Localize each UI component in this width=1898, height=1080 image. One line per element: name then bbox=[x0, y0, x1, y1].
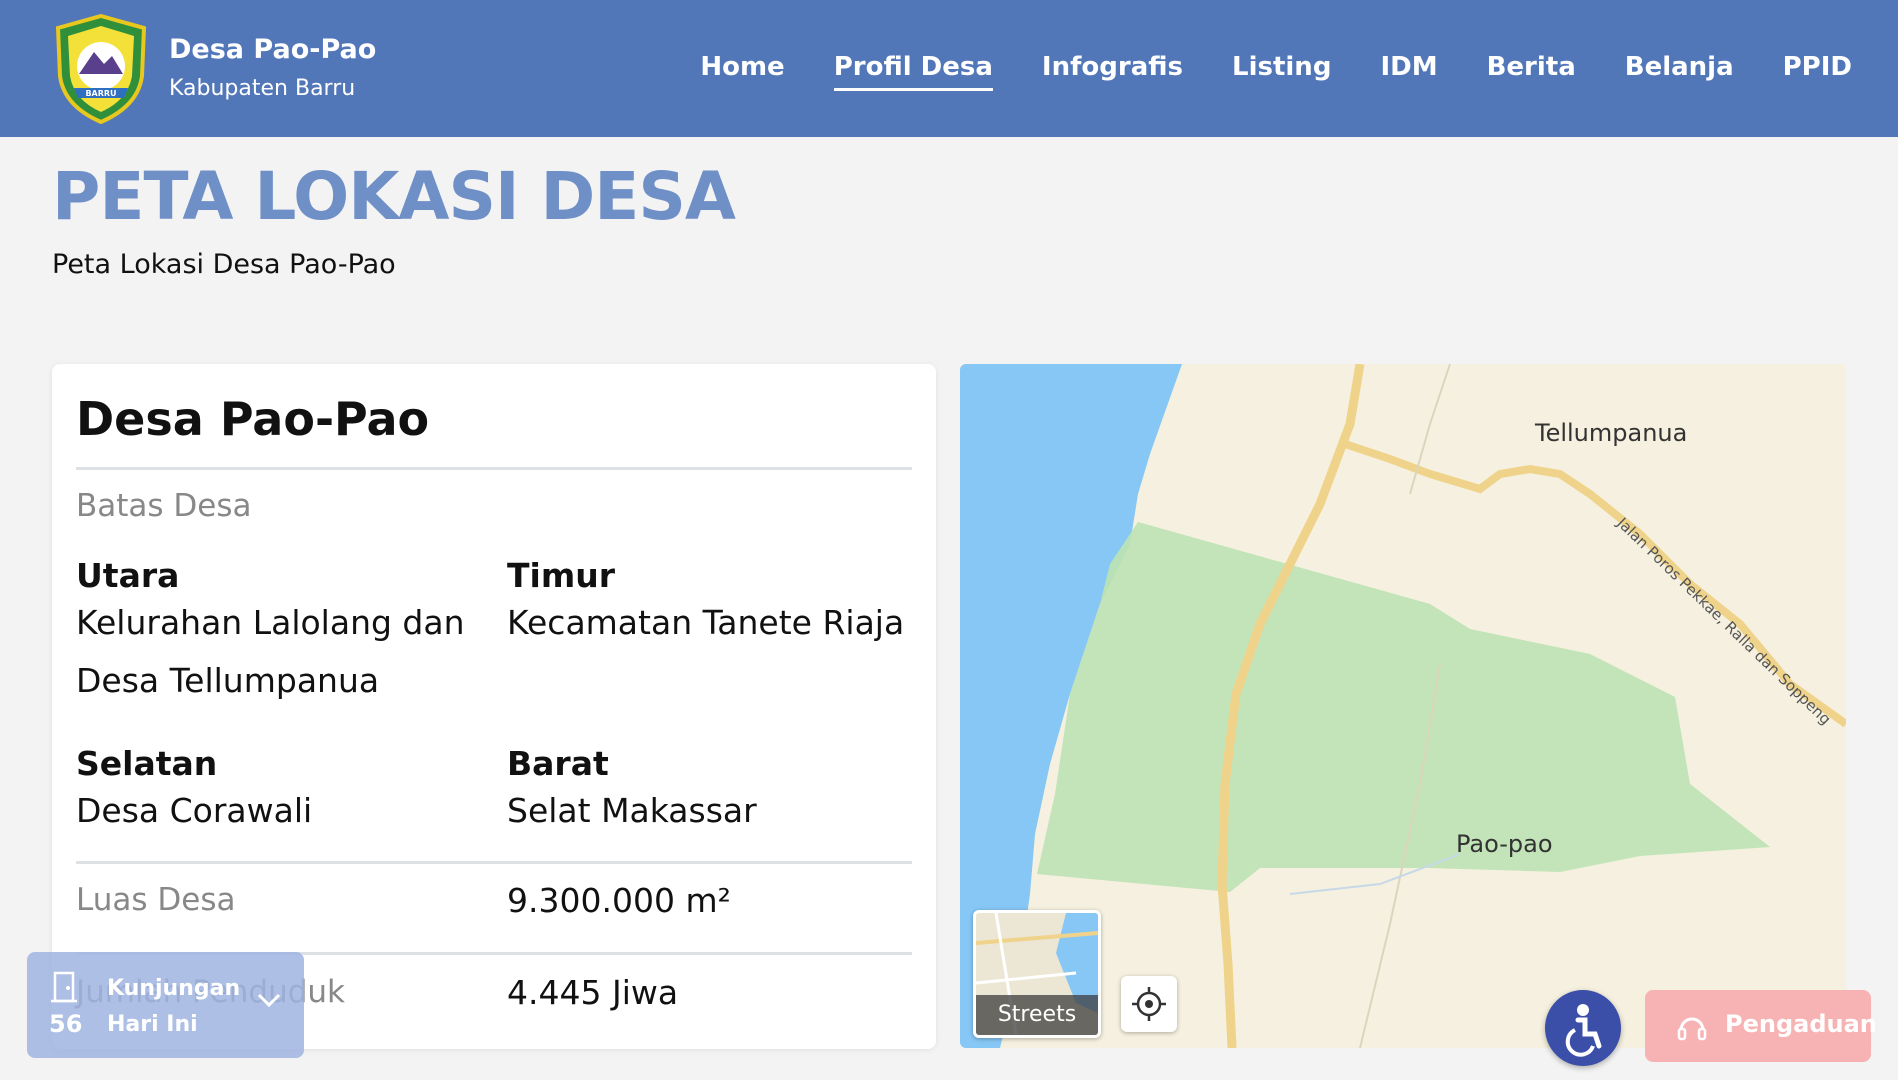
page-title: PETA LOKASI DESA bbox=[52, 158, 736, 235]
visits-widget[interactable]: 56 Kunjungan Hari Ini bbox=[27, 952, 304, 1058]
east-label: Timur bbox=[507, 556, 615, 595]
population-value: 4.445 Jiwa bbox=[507, 973, 679, 1012]
area-value: 9.300.000 m² bbox=[507, 881, 731, 920]
north-label: Utara bbox=[76, 556, 180, 595]
crosshair-icon bbox=[1132, 987, 1166, 1021]
nav-profil-desa[interactable]: Profil Desa bbox=[833, 52, 993, 91]
nav-home[interactable]: Home bbox=[700, 52, 784, 91]
page-subtitle: Peta Lokasi Desa Pao-Pao bbox=[52, 249, 396, 280]
door-icon bbox=[51, 971, 77, 1003]
main-nav: Home Profil Desa Infografis Listing IDM … bbox=[651, 52, 1852, 91]
village-info-card: Desa Pao-Pao Batas Desa Utara Kelurahan … bbox=[52, 364, 936, 1049]
headset-icon bbox=[1677, 1017, 1707, 1041]
north-value-line1: Kelurahan Lalolang dan bbox=[76, 603, 465, 642]
card-title: Desa Pao-Pao bbox=[76, 392, 430, 446]
boundaries-heading: Batas Desa bbox=[76, 488, 252, 524]
nav-ppid[interactable]: PPID bbox=[1783, 52, 1852, 91]
east-value: Kecamatan Tanete Riaja bbox=[507, 603, 905, 642]
nav-berita[interactable]: Berita bbox=[1487, 52, 1576, 91]
west-label: Barat bbox=[507, 744, 609, 783]
accessibility-button[interactable] bbox=[1545, 990, 1621, 1066]
area-label: Luas Desa bbox=[76, 882, 236, 918]
divider bbox=[76, 467, 912, 470]
streets-label: Streets bbox=[976, 995, 1098, 1035]
south-label: Selatan bbox=[76, 744, 218, 783]
nav-idm[interactable]: IDM bbox=[1380, 52, 1437, 91]
visits-count: 56 bbox=[49, 1010, 83, 1038]
map-label-tellumpanua: Tellumpanua bbox=[1535, 419, 1688, 447]
nav-infografis[interactable]: Infografis bbox=[1042, 52, 1183, 91]
logo-text: BARRU bbox=[85, 89, 116, 98]
locate-button[interactable] bbox=[1121, 976, 1177, 1032]
village-logo[interactable]: BARRU bbox=[54, 14, 148, 124]
streets-layer-button[interactable]: Streets bbox=[973, 910, 1101, 1038]
visits-label: Kunjungan bbox=[107, 976, 241, 1001]
south-value: Desa Corawali bbox=[76, 791, 313, 830]
brand-subtitle: Kabupaten Barru bbox=[169, 76, 356, 101]
village-map[interactable]: Tellumpanua Pao-pao Jalan Poros Pekkae, … bbox=[960, 364, 1846, 1048]
visits-sublabel: Hari Ini bbox=[107, 1012, 198, 1037]
nav-belanja[interactable]: Belanja bbox=[1625, 52, 1734, 91]
nav-listing[interactable]: Listing bbox=[1232, 52, 1331, 91]
chevron-down-icon[interactable] bbox=[255, 990, 283, 1010]
divider bbox=[76, 861, 912, 864]
map-label-paopao: Pao-pao bbox=[1456, 830, 1553, 858]
complaint-button[interactable]: Pengaduan bbox=[1645, 990, 1877, 1062]
complaint-label: Pengaduan bbox=[1725, 1010, 1877, 1038]
west-value: Selat Makassar bbox=[507, 791, 757, 830]
accessibility-icon bbox=[1565, 1004, 1602, 1057]
brand-title[interactable]: Desa Pao-Pao bbox=[169, 34, 376, 65]
site-header: BARRU Desa Pao-Pao Kabupaten Barru Home … bbox=[0, 0, 1898, 137]
north-value-line2: Desa Tellumpanua bbox=[76, 661, 380, 700]
